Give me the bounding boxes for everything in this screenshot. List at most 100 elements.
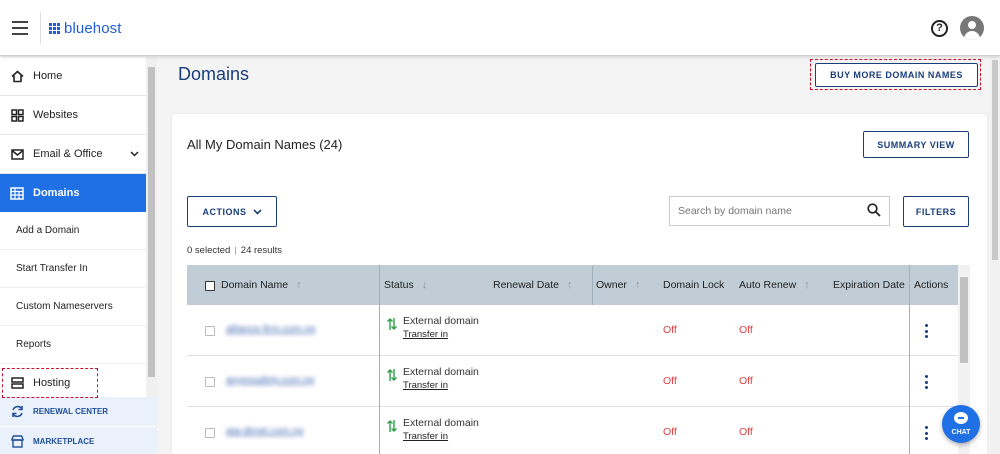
select-all-checkbox[interactable]: [205, 281, 215, 291]
renewal-center-link[interactable]: RENEWAL CENTER: [0, 397, 157, 426]
column-divider: [379, 265, 380, 454]
column-expiration-date[interactable]: Expiration Date: [833, 265, 905, 305]
logo-text: bluehost: [64, 20, 122, 37]
column-domain-lock[interactable]: Domain Lock: [663, 265, 724, 305]
highlight-buy-more: [810, 59, 981, 90]
more-actions-icon[interactable]: [925, 375, 928, 389]
chat-label: CHAT: [951, 429, 971, 436]
auto-renew-value: Off: [739, 375, 753, 387]
auto-renew-value: Off: [739, 324, 753, 336]
sidebar-item-websites[interactable]: Websites: [0, 96, 146, 135]
results-summary: 0 selected | 24 results: [187, 245, 282, 256]
table-header: Domain Name ↑ Status ↓ Renewal Date ↑ Owner…: [187, 265, 958, 305]
websites-icon: [10, 108, 24, 122]
search-icon[interactable]: [867, 203, 881, 217]
sort-up-icon: ↑: [634, 279, 641, 291]
sidebar-item-label: Home: [33, 70, 63, 82]
help-icon[interactable]: ?: [931, 20, 948, 37]
sidebar-scrollbar-thumb[interactable]: [148, 67, 155, 377]
top-bar: bluehost ?: [0, 0, 1000, 56]
column-divider: [592, 265, 593, 305]
row-checkbox[interactable]: [205, 428, 215, 438]
domain-link[interactable]: ata-dimet.com.ng: [226, 426, 303, 437]
table-scrollbar-thumb[interactable]: [960, 277, 968, 363]
domains-icon: [10, 186, 24, 200]
column-domain-name[interactable]: Domain Name ↑: [221, 265, 302, 305]
more-actions-icon[interactable]: [925, 426, 928, 440]
sidebar-item-label: Websites: [33, 109, 79, 121]
table-row[interactable]: alliance-firm.com.ng External domain Tra…: [187, 305, 958, 356]
sidebar-item-domains[interactable]: Domains: [0, 174, 146, 212]
mail-icon: [10, 147, 24, 161]
chevron-down-icon[interactable]: [130, 149, 139, 160]
marketplace-link[interactable]: MARKETPLACE: [0, 427, 157, 454]
divider: [40, 12, 41, 44]
result-count: 24 results: [240, 245, 282, 256]
logo-grid-icon: [49, 23, 60, 34]
sidebar-sub-add-domain[interactable]: Add a Domain: [0, 212, 146, 250]
domain-link[interactable]: anyessafety.com.ng: [226, 375, 314, 386]
column-label: Domain Name: [221, 279, 289, 291]
column-label: Expiration Date: [833, 279, 905, 291]
column-label: Renewal Date: [493, 279, 559, 291]
more-actions-icon[interactable]: [925, 324, 928, 338]
domain-link[interactable]: alliance-firm.com.ng: [226, 324, 315, 335]
domains-table: Domain Name ↑ Status ↓ Renewal Date ↑ Owner…: [187, 265, 958, 454]
actions-button[interactable]: ACTIONS: [187, 196, 277, 227]
auto-renew-value: Off: [739, 426, 753, 438]
status-text: External domain: [403, 417, 479, 429]
domain-lock-value: Off: [663, 426, 677, 438]
avatar[interactable]: [960, 16, 984, 40]
transfer-in-link[interactable]: Transfer in: [403, 380, 448, 391]
sort-up-icon: ↑: [566, 279, 573, 291]
column-label: Status: [384, 279, 414, 291]
bluehost-logo[interactable]: bluehost: [49, 20, 122, 37]
transfer-arrows-icon: [387, 368, 397, 382]
row-checkbox[interactable]: [205, 326, 215, 336]
marketplace-label: MARKETPLACE: [33, 437, 95, 446]
sidebar-item-label: Domains: [33, 187, 80, 199]
column-label: Domain Lock: [663, 279, 725, 291]
column-renewal-date[interactable]: Renewal Date ↑: [493, 265, 572, 305]
column-status[interactable]: Status ↓: [384, 265, 427, 305]
chat-button[interactable]: CHAT: [942, 405, 980, 443]
sidebar-sub-reports[interactable]: Reports: [0, 326, 146, 364]
status-text: External domain: [403, 366, 479, 378]
table-row[interactable]: ata-dimet.com.ng External domain Transfe…: [187, 407, 958, 454]
table-row[interactable]: anyessafety.com.ng External domain Trans…: [187, 356, 958, 407]
separator: |: [234, 245, 237, 256]
filters-button[interactable]: FILTERS: [903, 196, 969, 227]
column-label: Actions: [914, 279, 949, 291]
home-icon: [10, 69, 24, 83]
sidebar-item-home[interactable]: Home: [0, 57, 146, 96]
actions-label: ACTIONS: [202, 206, 247, 217]
page-scrollbar-thumb[interactable]: [992, 60, 998, 260]
search-input[interactable]: [669, 196, 890, 226]
sort-down-icon: ↓: [421, 279, 428, 291]
menu-icon[interactable]: [12, 21, 28, 35]
column-label: Owner: [596, 279, 627, 291]
column-label: Auto Renew: [739, 279, 797, 291]
column-divider: [909, 265, 910, 454]
store-icon: [11, 435, 24, 448]
sidebar-item-email-office[interactable]: Email & Office: [0, 135, 146, 174]
column-owner[interactable]: Owner ↑: [596, 265, 640, 305]
domain-lock-value: Off: [663, 324, 677, 336]
summary-view-button[interactable]: SUMMARY VIEW: [863, 131, 969, 158]
column-actions: Actions: [914, 265, 948, 305]
transfer-arrows-icon: [387, 419, 397, 433]
sidebar-sub-custom-nameservers[interactable]: Custom Nameservers: [0, 288, 146, 326]
sort-up-icon: ↑: [296, 279, 302, 291]
row-checkbox[interactable]: [205, 377, 215, 387]
transfer-in-link[interactable]: Transfer in: [403, 431, 448, 442]
highlight-hosting: [2, 368, 98, 398]
renew-icon: [11, 405, 24, 418]
card-title: All My Domain Names (24): [187, 137, 343, 152]
domain-lock-value: Off: [663, 375, 677, 387]
sidebar-sub-start-transfer[interactable]: Start Transfer In: [0, 250, 146, 288]
transfer-in-link[interactable]: Transfer in: [403, 329, 448, 340]
transfer-arrows-icon: [387, 317, 397, 331]
column-auto-renew[interactable]: Auto Renew ↑: [739, 265, 810, 305]
chat-bubble-icon: [954, 412, 968, 424]
sidebar-item-label: Email & Office: [33, 148, 103, 160]
